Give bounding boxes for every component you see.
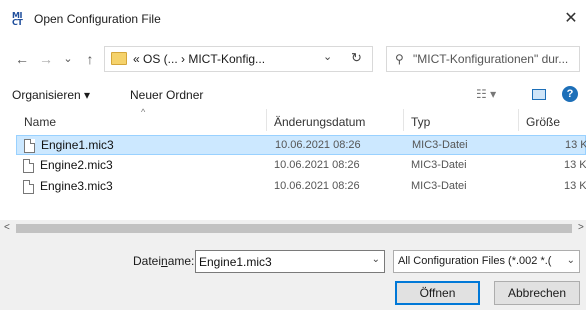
file-date: 10.06.2021 08:26 (274, 159, 360, 171)
file-type-filter-select[interactable]: All Configuration Files (*.002 *.( ⌄ (393, 250, 580, 273)
search-icon: ⚲ (395, 52, 404, 66)
breadcrumb[interactable]: « OS (... › MICT-Konfig... (133, 52, 265, 66)
sort-ascending-icon: ^ (141, 107, 146, 117)
filename-field[interactable]: ⌄ (195, 250, 385, 273)
address-bar[interactable]: « OS (... › MICT-Konfig... ⌄ ↻ (104, 46, 373, 72)
preview-pane-icon[interactable] (532, 89, 546, 100)
file-type-filter-value: All Configuration Files (*.002 *.( (398, 255, 552, 267)
up-arrow-icon[interactable]: ↑ (80, 49, 100, 69)
window-title: Open Configuration File (34, 12, 161, 26)
file-row[interactable]: Engine2.mic3 10.06.2021 08:26 MIC3-Datei… (16, 156, 586, 176)
column-header-date[interactable]: Änderungsdatum (274, 115, 365, 129)
folder-icon (111, 52, 127, 65)
horizontal-scrollbar[interactable]: < > (0, 220, 586, 237)
file-name: Engine2.mic3 (40, 158, 113, 172)
column-header-size[interactable]: Größe (526, 115, 560, 129)
file-row[interactable]: Engine3.mic3 10.06.2021 08:26 MIC3-Datei… (16, 177, 586, 197)
file-name: Engine3.mic3 (40, 179, 113, 193)
chevron-down-icon[interactable]: ⌄ (323, 50, 332, 63)
close-icon[interactable]: ✕ (560, 8, 582, 30)
cancel-button[interactable]: Abbrechen (494, 281, 580, 305)
file-row[interactable]: Engine1.mic3 10.06.2021 08:26 MIC3-Datei… (16, 135, 586, 155)
title-bar: MI CT Open Configuration File ✕ (0, 0, 586, 42)
scroll-left-icon[interactable]: < (4, 222, 10, 233)
column-header-type[interactable]: Typ (411, 115, 430, 129)
file-size: 13 K (564, 159, 586, 171)
column-divider[interactable] (518, 109, 519, 131)
organize-menu-button[interactable]: Organisieren ▾ (12, 88, 90, 102)
file-icon (23, 180, 34, 194)
file-date: 10.06.2021 08:26 (275, 139, 361, 151)
refresh-icon[interactable]: ↻ (351, 50, 362, 66)
help-icon[interactable]: ? (562, 86, 578, 102)
file-type: MIC3-Datei (411, 159, 467, 171)
open-button[interactable]: Öffnen (395, 281, 480, 305)
app-icon: MI CT (12, 11, 23, 27)
chevron-down-icon[interactable]: ⌄ (372, 254, 380, 265)
chevron-down-icon[interactable]: ⌄ (567, 255, 575, 266)
file-size: 13 K (564, 180, 586, 192)
filename-label: Dateiname: (133, 254, 195, 268)
new-folder-button[interactable]: Neuer Ordner (130, 88, 203, 102)
column-header-name[interactable]: Name (24, 115, 56, 129)
file-type: MIC3-Datei (411, 180, 467, 192)
view-options-icon[interactable]: ☷ ▾ (476, 87, 496, 101)
file-type: MIC3-Datei (412, 139, 468, 151)
search-input[interactable]: ⚲ "MICT-Konfigurationen" dur... (386, 46, 580, 72)
column-divider[interactable] (403, 109, 404, 131)
scrollbar-thumb[interactable] (16, 224, 572, 233)
recent-locations-chevron-icon[interactable]: ⌄ (58, 49, 78, 69)
file-date: 10.06.2021 08:26 (274, 180, 360, 192)
filename-input[interactable] (199, 253, 365, 270)
file-size: 13 K (565, 139, 586, 151)
file-icon (24, 139, 35, 153)
file-icon (23, 159, 34, 173)
file-name: Engine1.mic3 (41, 138, 114, 152)
column-divider[interactable] (266, 109, 267, 131)
forward-arrow-icon[interactable]: → (36, 49, 56, 69)
search-placeholder: "MICT-Konfigurationen" dur... (413, 52, 569, 66)
back-arrow-icon[interactable]: ← (12, 49, 32, 69)
scroll-right-icon[interactable]: > (578, 222, 584, 233)
